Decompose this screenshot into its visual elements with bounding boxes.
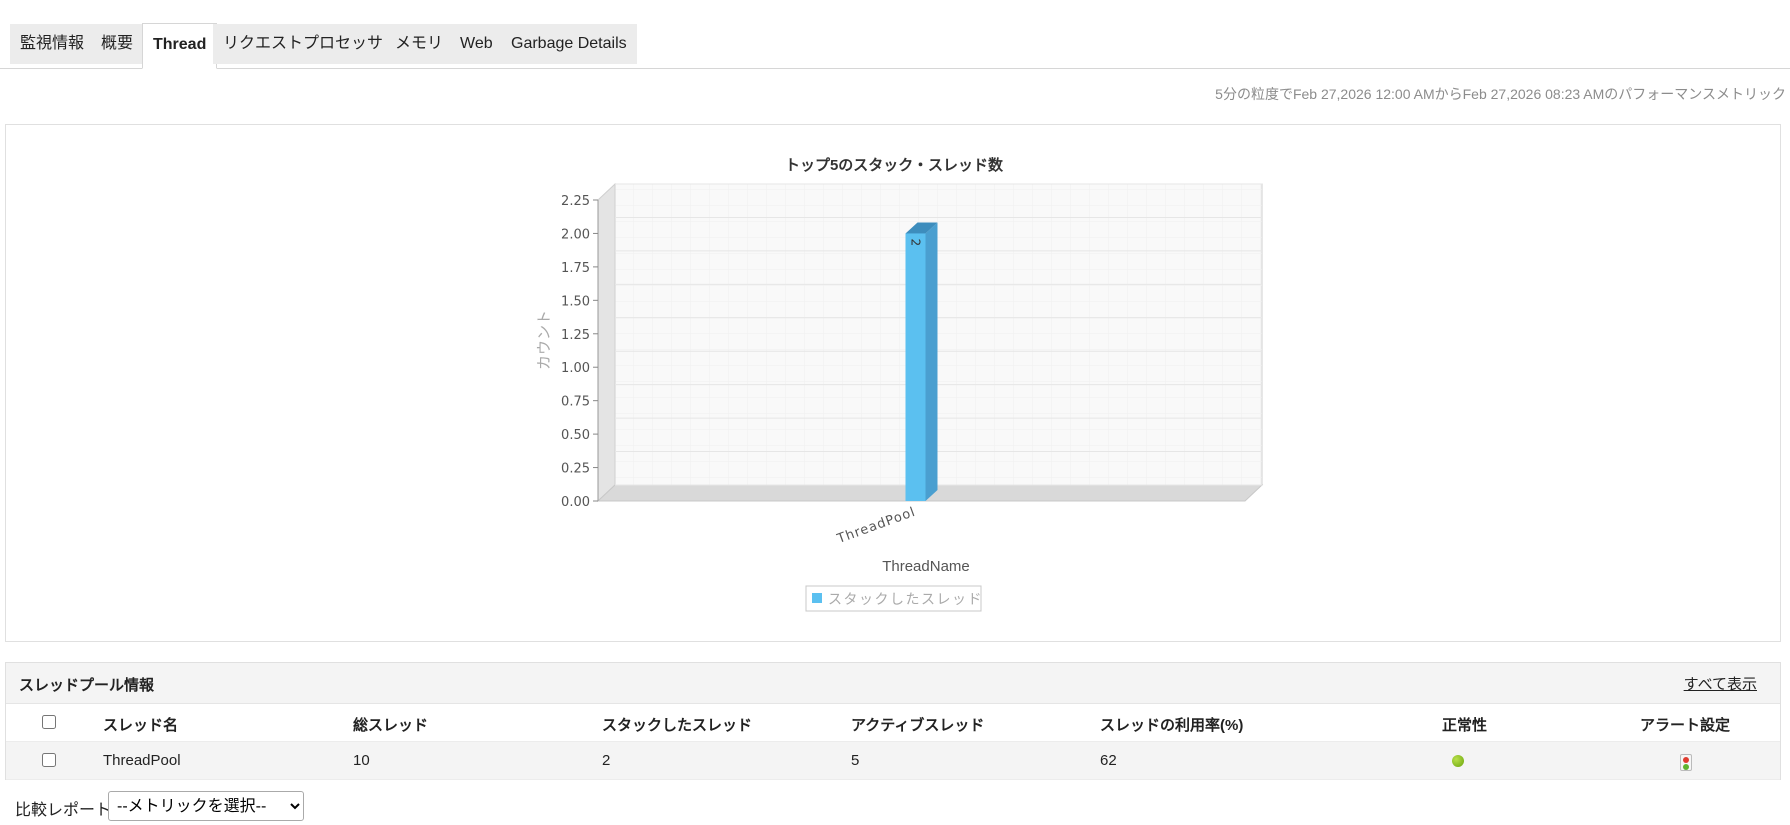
cell-active-threads: 5 xyxy=(851,752,860,769)
bar-side xyxy=(925,222,938,501)
bar-data-label: 2 xyxy=(909,238,923,246)
x-axis-label: ThreadName xyxy=(882,558,970,575)
bar-threadpool xyxy=(905,233,926,501)
col-stuck-threads: スタックしたスレッド xyxy=(602,717,753,734)
metrics-period-text: 5分の粒度でFeb 27,2026 12:00 AMからFeb 27,2026 … xyxy=(1215,86,1786,102)
col-alert-settings: アラート設定 xyxy=(1640,717,1731,734)
legend-swatch xyxy=(812,593,822,603)
y-tick-label: 1.75 xyxy=(561,261,590,276)
y-tick-label: 0.50 xyxy=(561,428,590,443)
plot-minor-grid xyxy=(615,184,1262,485)
col-health: 正常性 xyxy=(1442,717,1488,734)
col-active-threads: アクティブスレッド xyxy=(851,717,985,734)
tab-overview[interactable]: 概要 xyxy=(91,24,144,64)
cell-total-threads: 10 xyxy=(353,752,370,769)
table-header-row: スレッド名 総スレッド スタックしたスレッド アクティブスレッド スレッドの利用… xyxy=(6,704,1780,742)
tab-memory[interactable]: メモリ xyxy=(385,24,454,64)
y-tick-label: 2.00 xyxy=(561,227,590,242)
select-all-checkbox[interactable] xyxy=(42,715,56,729)
thread-pool-panel: スレッドプール情報 すべて表示 スレッド名 総スレッド スタックしたスレッド ア… xyxy=(5,662,1781,780)
table-row: ThreadPool 10 2 5 62 xyxy=(6,742,1780,780)
chart-panel: 0.00 0.25 0.50 0.75 1.00 1.25 1.50 1.75 2.00 2.25… xyxy=(5,124,1781,642)
x-tick-label: ThreadPool xyxy=(834,505,917,548)
col-utilization: スレッドの利用率(%) xyxy=(1100,717,1244,734)
col-thread-name: スレッド名 xyxy=(103,717,179,734)
cell-thread-name[interactable]: ThreadPool xyxy=(103,752,181,769)
y-tick-label: 0.75 xyxy=(561,395,590,410)
metric-select[interactable]: --メトリックを選択-- xyxy=(108,791,304,821)
row-checkbox[interactable] xyxy=(42,753,56,767)
y-tick-label: 1.00 xyxy=(561,361,590,376)
y-tick-label: 0.25 xyxy=(561,462,590,477)
table-title: スレッドプール情報 xyxy=(19,677,155,694)
table-header-bar: スレッドプール情報 すべて表示 xyxy=(6,663,1780,704)
show-all-link[interactable]: すべて表示 xyxy=(1684,673,1757,694)
tab-monitor-info[interactable]: 監視情報 xyxy=(10,24,95,64)
col-total-threads: 総スレッド xyxy=(353,717,429,734)
y-axis-label: カウント xyxy=(535,310,553,370)
tab-request-processor[interactable]: リクエストプロセッサ xyxy=(213,24,394,64)
y-tick-label: 1.50 xyxy=(561,294,590,309)
stuck-thread-chart: 0.00 0.25 0.50 0.75 1.00 1.25 1.50 1.75 2.00 2.25… xyxy=(535,156,1264,612)
chart-title: トップ5のスタック・スレッド数 xyxy=(785,156,1004,174)
tab-web[interactable]: Web xyxy=(450,24,503,64)
tab-thread[interactable]: Thread xyxy=(142,23,218,69)
plot-left-wall xyxy=(597,182,616,503)
tab-bar: 監視情報 概要 Thread リクエストプロセッサ メモリ Web Garbag… xyxy=(0,0,1790,69)
cell-utilization: 62 xyxy=(1100,752,1117,769)
y-tick-label: 1.25 xyxy=(561,328,590,343)
y-tick-label: 2.25 xyxy=(561,194,590,209)
alert-settings-icon[interactable] xyxy=(1680,754,1692,771)
tab-garbage-details[interactable]: Garbage Details xyxy=(501,24,637,64)
cell-stuck-threads: 2 xyxy=(602,752,611,769)
y-tick-label: 0.00 xyxy=(561,495,590,510)
legend-label: スタックしたスレッド xyxy=(828,592,983,608)
compare-report-label: 比較レポート xyxy=(15,802,112,819)
health-status-icon xyxy=(1452,755,1464,767)
